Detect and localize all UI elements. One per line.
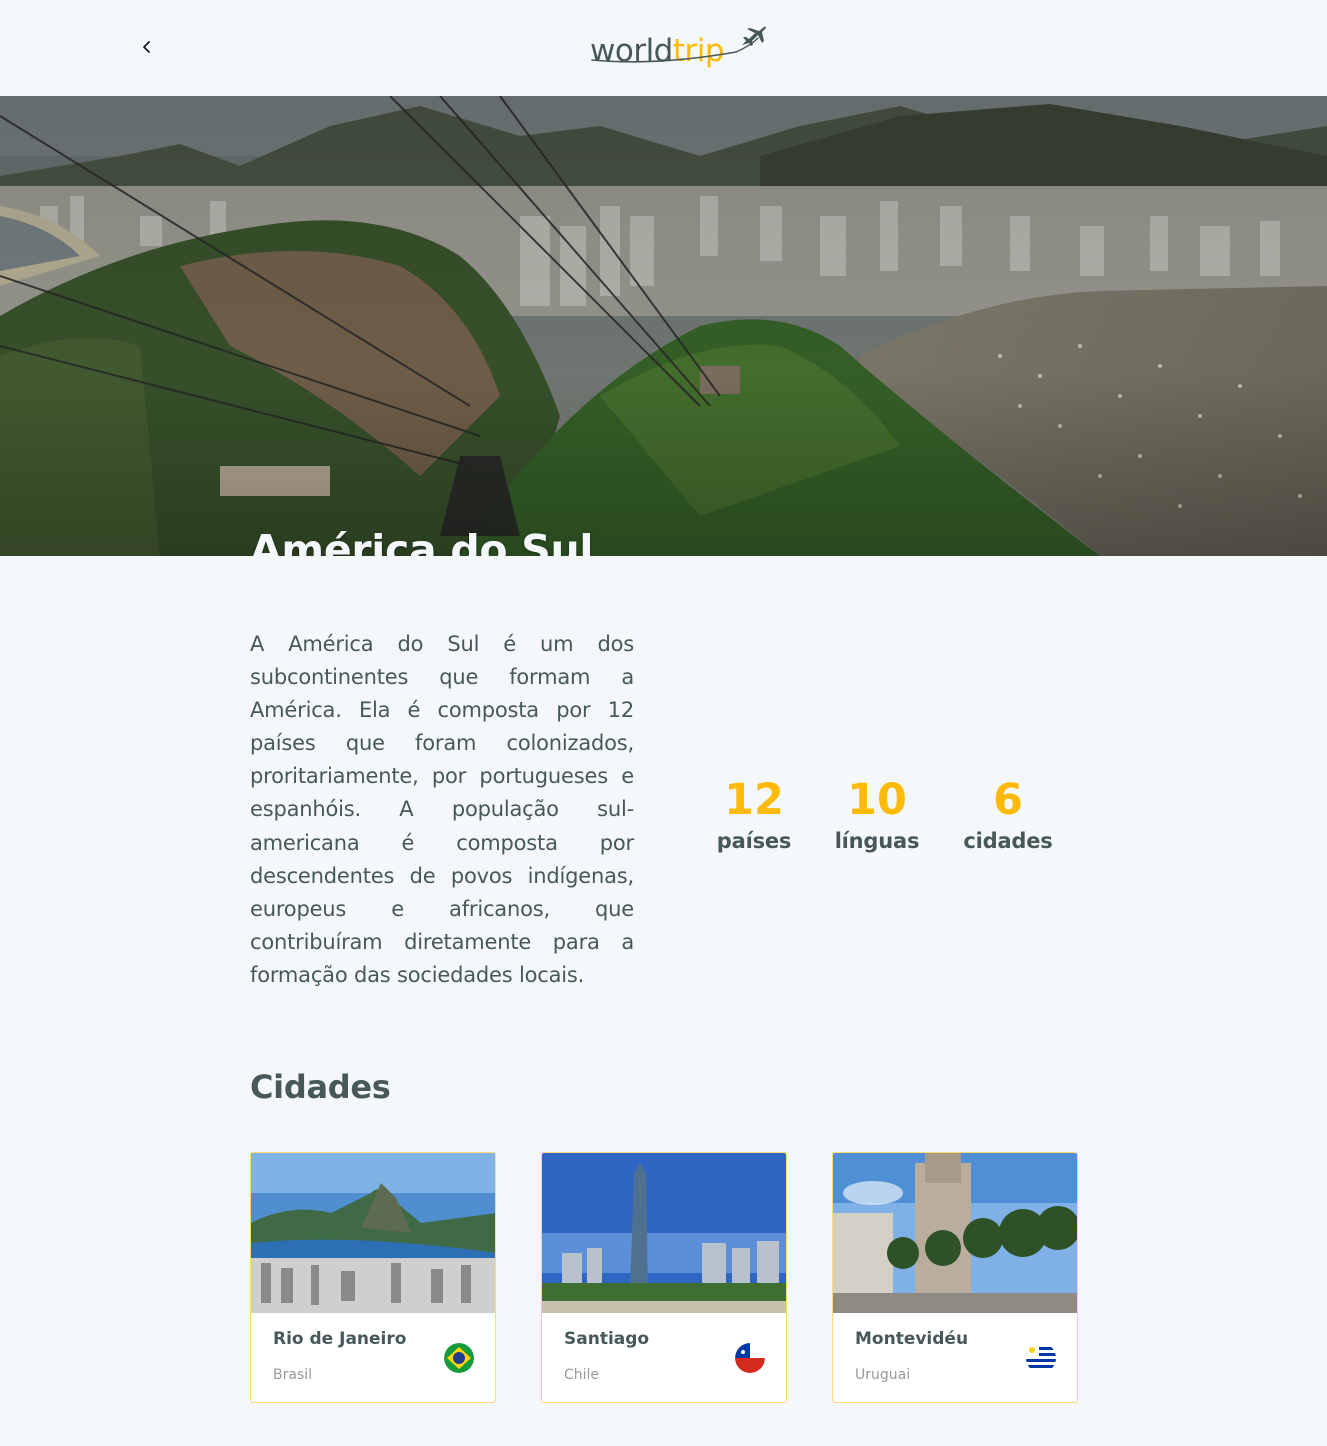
chevron-left-icon [143, 41, 150, 53]
city-name: Rio de Janeiro [273, 1329, 407, 1349]
city-name: Santiago [564, 1329, 650, 1349]
stat-label: países [716, 829, 792, 853]
stat-label: cidades [963, 829, 1053, 853]
city-country: Chile [564, 1367, 600, 1383]
city-name: Montevidéu [855, 1329, 969, 1349]
city-card-montevideo[interactable]: Montevidéu Uruguai [832, 1152, 1078, 1403]
chile-flag-icon [735, 1343, 765, 1373]
airplane-icon [742, 26, 766, 46]
city-country: Uruguai [855, 1367, 911, 1383]
logo[interactable]: worldtrip [586, 22, 770, 74]
back-button[interactable] [132, 32, 162, 62]
page-title: América do Sul [250, 526, 594, 556]
city-photo [251, 1153, 495, 1313]
stat-label: línguas [834, 829, 920, 853]
continent-description: A América do Sul é um dos subcontinentes… [250, 632, 634, 987]
city-photo [542, 1153, 786, 1313]
stat-languages: 10 línguas [831, 774, 923, 856]
stat-cities: 6 cidades [959, 774, 1057, 856]
header: worldtrip [0, 0, 1327, 96]
stats-panel: 12 países 10 línguas 6 cidades [700, 774, 1080, 864]
city-photo [833, 1153, 1077, 1313]
hero-image [0, 96, 1327, 556]
cities-heading: Cidades [250, 1068, 391, 1106]
stat-number: 12 [724, 775, 784, 825]
uruguay-flag-icon [1026, 1343, 1056, 1373]
stat-number: 6 [993, 775, 1023, 825]
city-card-santiago[interactable]: Santiago Chile [541, 1152, 787, 1403]
city-country: Brasil [273, 1367, 313, 1383]
city-card-rio[interactable]: Rio de Janeiro Brasil [250, 1152, 496, 1403]
stat-countries: 12 países [713, 774, 795, 856]
hero-banner: América do Sul [0, 96, 1327, 556]
brazil-flag-icon [444, 1343, 474, 1373]
stat-number: 10 [847, 775, 907, 825]
